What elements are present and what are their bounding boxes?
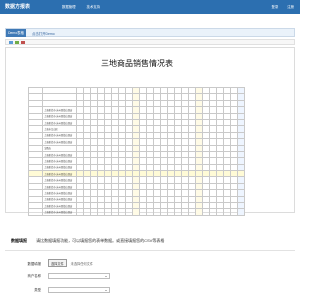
data-entry-panel: 数据填报 请比数据填报功能，可以填报您的表单数据。或直接填报您的CSV等表格 数… [5,232,295,300]
register-link[interactable]: 注册 [287,5,294,9]
export-excel-icon[interactable] [15,41,19,44]
table-cell[interactable] [216,208,224,216]
main-nav: 数据管理 技术支持 [62,4,110,9]
demo-tag: Demo表格 [6,29,26,37]
group-cell [28,208,43,216]
table-cell[interactable] [167,208,175,216]
upload-row: 数据填报 选择文件 未选择任何文件 [11,259,93,267]
upload-label: 数据填报 [27,261,41,266]
table-cell[interactable] [125,208,133,216]
nav-item-data-management[interactable]: 数据管理 [62,5,76,9]
file-status: 未选择任何文件 [70,261,93,266]
report-toolbar [5,39,295,45]
panel-subtitle: 请比数据填报功能，可以填报您的表单数据。或直接填报您的CSV等表格 [36,238,165,243]
login-link[interactable]: 登录 [271,5,278,9]
table-cell[interactable] [181,208,189,216]
table-row: 上海新北市·苏州西街山西店 [28,208,245,216]
merchant-label: 商户名称 [27,274,41,278]
table-cell[interactable] [209,208,217,216]
export-pdf-icon[interactable] [21,41,25,44]
print-icon[interactable] [9,41,13,44]
table-cell[interactable] [146,208,154,216]
sheet-title: 三地商品销售情况表 [101,59,173,68]
choose-file-button[interactable]: 选择文件 [47,259,67,267]
table-cell[interactable] [132,208,140,216]
table-cell[interactable] [97,208,105,216]
table-cell[interactable] [76,208,84,216]
table-cell[interactable] [104,208,112,216]
nav-right: 登录 注册 [263,4,294,9]
table-cell[interactable] [118,208,126,216]
brand-logo[interactable]: 数据方报表 [5,3,30,10]
type-select[interactable] [47,287,110,293]
table-cell[interactable] [188,208,196,216]
table-cell[interactable] [111,208,119,216]
table-cell[interactable] [160,208,168,216]
merchant-row: 商户名称 [11,273,110,279]
table-cell[interactable] [90,208,98,216]
row-label-cell: 上海新北市·苏州西街山西店 [42,208,77,216]
panel-title: 数据填报 [11,238,27,243]
table-cell[interactable] [153,208,161,216]
top-nav-bar: 数据方报表 数据管理 技术支持 登录 注册 [0,0,300,14]
table-cell[interactable] [223,208,231,216]
nav-item-tech-support[interactable]: 技术支持 [87,5,101,9]
table-cell[interactable] [174,208,182,216]
type-row: 类型 [11,287,110,293]
chevron-down-icon [105,289,108,291]
report-sheet: 三地商品销售情况表 上海新北市·苏州西街山西店 上海新北市·苏州西街山西店 上海新北… [5,47,295,216]
table-cell[interactable] [237,208,245,216]
open-demo-link[interactable]: 点击打开Demo [32,31,55,36]
type-label: 类型 [34,288,41,292]
merchant-select[interactable] [47,273,110,279]
divider [5,250,295,251]
table-cell[interactable] [83,208,91,216]
table-cell[interactable] [195,208,203,216]
table-cell[interactable] [202,208,210,216]
table-cell[interactable] [230,208,238,216]
chevron-down-icon [105,275,108,277]
panel-header: 数据填报 请比数据填报功能，可以填报您的表单数据。或直接填报您的CSV等表格 [11,238,164,244]
demo-bar: Demo表格 点击打开Demo [5,28,295,37]
table-cell[interactable] [139,208,147,216]
sales-table: 上海新北市·苏州西街山西店 上海新北市·苏州西街山西店 上海新北市·苏州西街山西店上… [28,86,245,216]
